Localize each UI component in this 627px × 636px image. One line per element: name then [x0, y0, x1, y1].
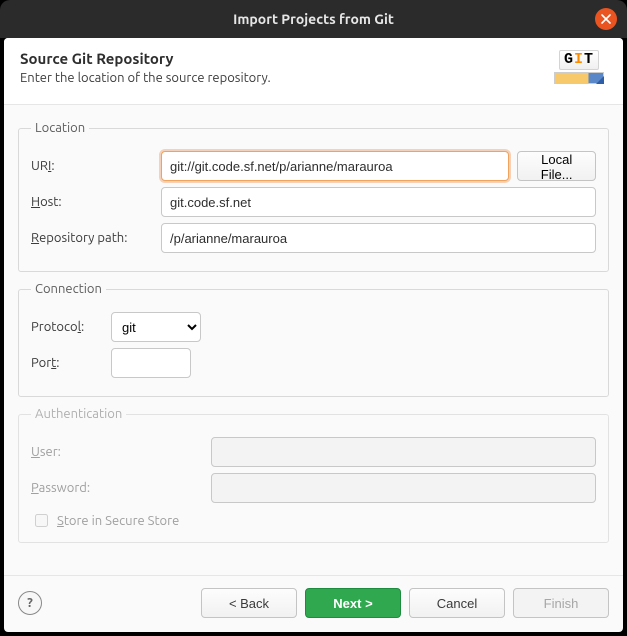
user-input: [211, 437, 596, 467]
back-button[interactable]: < Back: [201, 588, 297, 618]
finish-button: Finish: [513, 588, 609, 618]
page-subtitle: Enter the location of the source reposit…: [20, 71, 271, 85]
dialog-body: Source Git Repository Enter the location…: [4, 38, 623, 632]
local-file-button[interactable]: Local File...: [517, 151, 596, 181]
authentication-legend: Authentication: [31, 407, 126, 421]
port-input[interactable]: [111, 348, 191, 378]
host-input[interactable]: [161, 187, 596, 217]
wizard-footer: ? < Back Next > Cancel Finish: [4, 575, 623, 632]
window-close-button[interactable]: [595, 8, 617, 30]
titlebar: Import Projects from Git: [0, 0, 627, 38]
connection-legend: Connection: [31, 282, 106, 296]
password-input: [211, 473, 596, 503]
wizard-content: Location URI: Local File... Host:: [4, 105, 623, 575]
wizard-header: Source Git Repository Enter the location…: [4, 38, 623, 105]
host-label: Host:: [31, 195, 151, 209]
authentication-group: Authentication User: Password:: [18, 407, 609, 543]
store-secure-checkbox: [35, 514, 48, 527]
dialog-window: Import Projects from Git Source Git Repo…: [0, 0, 627, 636]
protocol-label: Protocol:: [31, 320, 101, 334]
repopath-label: Repository path:: [31, 231, 151, 245]
help-button[interactable]: ?: [18, 591, 42, 615]
uri-input[interactable]: [161, 151, 509, 181]
protocol-select[interactable]: gitsshhttphttpsfile: [111, 312, 201, 342]
page-title: Source Git Repository: [20, 50, 271, 67]
repopath-input[interactable]: [161, 223, 596, 253]
password-label: Password:: [31, 481, 201, 495]
uri-label: URI:: [31, 159, 151, 173]
port-label: Port:: [31, 356, 101, 370]
store-secure-label: Store in Secure Store: [57, 514, 179, 528]
location-legend: Location: [31, 121, 89, 135]
next-button[interactable]: Next >: [305, 588, 401, 618]
cancel-button[interactable]: Cancel: [409, 588, 505, 618]
connection-group: Connection Protocol: gitsshhttphttpsfile…: [18, 282, 609, 397]
store-secure-row: Store in Secure Store: [31, 511, 596, 530]
git-logo-icon: GIT: [551, 50, 607, 92]
location-group: Location URI: Local File... Host:: [18, 121, 609, 272]
window-title: Import Projects from Git: [233, 11, 394, 27]
close-icon: [601, 14, 611, 24]
user-label: User:: [31, 445, 201, 459]
